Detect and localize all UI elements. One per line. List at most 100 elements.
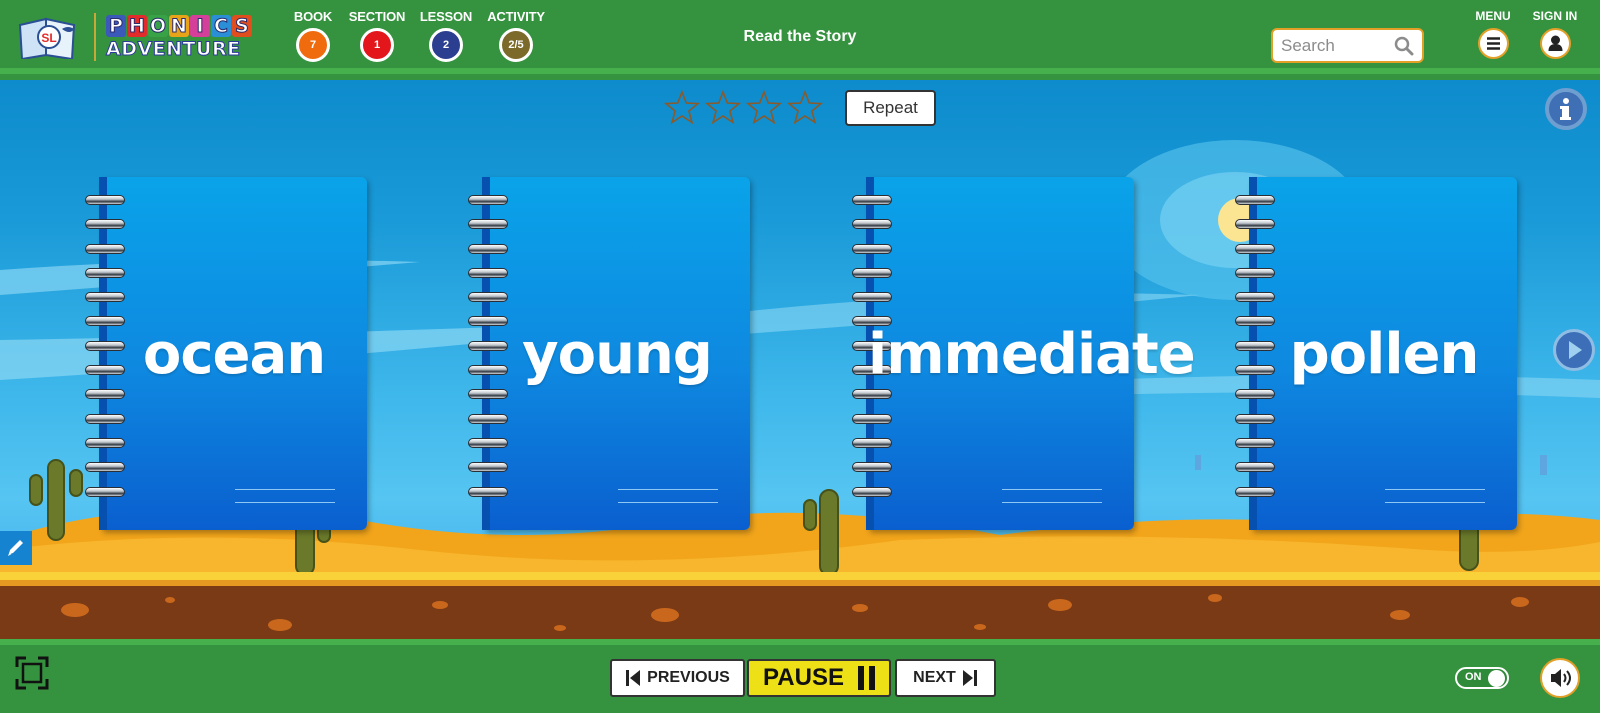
logo-divider <box>94 13 96 61</box>
spiral-coil <box>85 243 125 254</box>
spiral-coil <box>85 437 125 448</box>
top-bar: SL PHONICS ADVENTURE BOOK 7 SECTION 1 LE… <box>0 0 1600 74</box>
spiral-coil <box>85 413 125 424</box>
breadcrumb-section-value[interactable]: 1 <box>360 28 394 62</box>
spiral-coil <box>85 195 125 205</box>
pause-button[interactable]: PAUSE <box>747 659 891 697</box>
logo-letter: O <box>148 14 168 37</box>
logo-letter: P <box>106 14 126 37</box>
menu-label: MENU <box>1475 9 1511 23</box>
toggle-knob <box>1488 670 1505 687</box>
previous-button[interactable]: PREVIOUS <box>610 659 745 697</box>
pause-label: PAUSE <box>763 664 844 691</box>
info-icon[interactable] <box>1545 88 1587 130</box>
word-card[interactable]: pollen <box>1235 177 1517 530</box>
spiral-coil <box>1235 195 1275 205</box>
menu-button[interactable]: MENU <box>1463 9 1523 59</box>
breadcrumb-section[interactable]: SECTION 1 <box>342 9 412 62</box>
previous-icon <box>626 670 641 686</box>
repeat-button[interactable]: Repeat <box>845 90 936 126</box>
spiral-coil <box>852 267 892 278</box>
spiral-coil <box>852 486 892 497</box>
spiral-coil <box>1235 292 1275 303</box>
spiral-coil <box>468 462 508 473</box>
volume-icon[interactable] <box>1540 658 1580 698</box>
star-rating <box>664 90 823 126</box>
next-icon <box>962 670 977 686</box>
spiral-coil <box>1235 462 1275 473</box>
spiral-coil <box>1235 243 1275 254</box>
spiral-coil <box>468 219 508 230</box>
spiral-coil <box>468 267 508 278</box>
logo-phonics: PHONICS <box>106 14 252 37</box>
breadcrumb-section-label: SECTION <box>348 9 406 24</box>
spiral-coil <box>852 243 892 254</box>
spiral-coil <box>468 437 508 448</box>
search-icon[interactable] <box>1394 36 1414 56</box>
search-input[interactable] <box>1281 35 1391 56</box>
bottom-bar: PREVIOUS PAUSE NEXT ON <box>0 639 1600 713</box>
spiral-coil <box>852 389 892 400</box>
menu-icon[interactable] <box>1477 28 1509 59</box>
next-arrow-icon[interactable] <box>1553 329 1595 371</box>
notebook-lines <box>618 489 718 503</box>
spiral-coil <box>1235 486 1275 497</box>
logo-letter: N <box>169 14 189 37</box>
breadcrumb-activity[interactable]: ACTIVITY 2/5 <box>481 9 551 62</box>
breadcrumb-book[interactable]: BOOK 7 <box>278 9 348 62</box>
sign-in-button[interactable]: SIGN IN <box>1525 9 1585 59</box>
notebook-lines <box>1385 489 1485 503</box>
word-text: young <box>522 322 713 387</box>
fullscreen-icon[interactable] <box>15 656 49 690</box>
spiral-coil <box>852 462 892 473</box>
next-label: NEXT <box>913 669 956 686</box>
pause-icon <box>857 666 875 690</box>
pencil-icon[interactable] <box>0 531 32 565</box>
word-text: pollen <box>1289 322 1480 387</box>
next-button[interactable]: NEXT <box>895 659 996 697</box>
spiral-coil <box>468 243 508 254</box>
breadcrumb-lesson[interactable]: LESSON 2 <box>411 9 481 62</box>
spiral-coil <box>468 292 508 303</box>
toggle-label: ON <box>1465 671 1482 683</box>
star-icon <box>705 90 741 125</box>
search-box[interactable] <box>1271 28 1424 63</box>
word-card[interactable]: ocean <box>85 177 367 530</box>
logo-book-icon: SL <box>18 17 76 59</box>
spiral-coil <box>468 195 508 205</box>
spiral-coil <box>1235 389 1275 400</box>
logo-letter: C <box>211 14 231 37</box>
spiral-coil <box>468 413 508 424</box>
logo[interactable]: SL PHONICS ADVENTURE <box>16 10 252 64</box>
word-card[interactable]: immediate <box>852 177 1196 530</box>
logo-adventure: ADVENTURE <box>106 37 241 60</box>
spiral-coil <box>852 195 892 205</box>
sign-in-label: SIGN IN <box>1532 9 1578 23</box>
breadcrumb-lesson-label: LESSON <box>419 9 473 24</box>
spiral-coil <box>852 219 892 230</box>
breadcrumb-book-value[interactable]: 7 <box>296 28 330 62</box>
word-text: immediate <box>868 322 1196 387</box>
logo-letter: I <box>190 14 210 37</box>
activity-stage: Repeat ocean young immediate pollen <box>0 80 1600 639</box>
user-icon[interactable] <box>1539 28 1571 59</box>
spiral-coil <box>85 462 125 473</box>
spiral-coil <box>1235 219 1275 230</box>
star-icon <box>787 90 823 125</box>
breadcrumb-lesson-value[interactable]: 2 <box>429 28 463 62</box>
breadcrumb-activity-value[interactable]: 2/5 <box>499 28 533 62</box>
spiral-coil <box>852 413 892 424</box>
spiral-coil <box>1235 437 1275 448</box>
previous-label: PREVIOUS <box>647 669 730 686</box>
audio-toggle[interactable]: ON <box>1455 667 1509 689</box>
page-title: Read the Story <box>743 28 857 45</box>
breadcrumb-activity-label: ACTIVITY <box>487 9 545 24</box>
breadcrumb-book-label: BOOK <box>293 9 333 24</box>
logo-letter: H <box>127 14 147 37</box>
spiral-coil <box>85 292 125 303</box>
word-card[interactable]: young <box>468 177 750 530</box>
spiral-coil <box>85 486 125 497</box>
star-icon <box>664 90 700 125</box>
spiral-coil <box>468 389 508 400</box>
svg-text:SL: SL <box>41 31 56 45</box>
